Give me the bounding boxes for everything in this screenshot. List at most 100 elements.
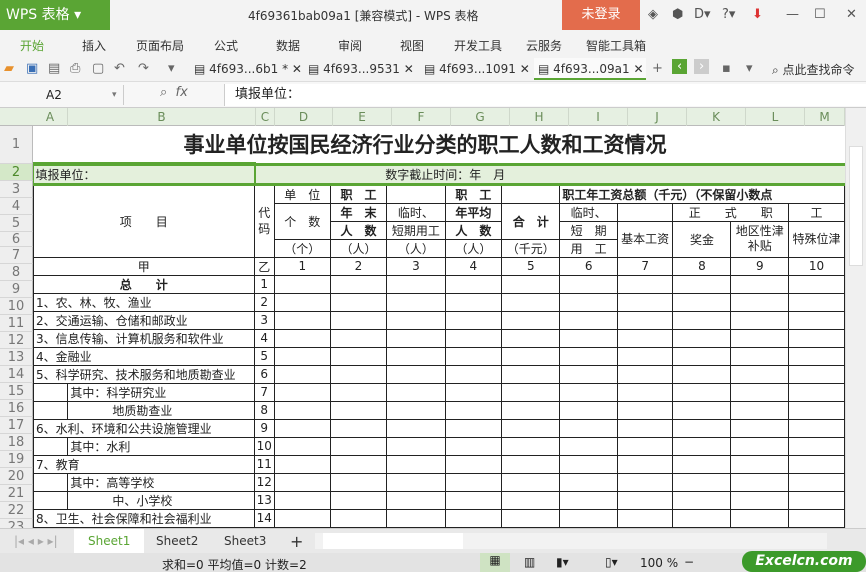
column-number[interactable]: 1 bbox=[273, 256, 331, 276]
cell[interactable] bbox=[329, 454, 388, 474]
row-header[interactable]: 3 bbox=[0, 181, 33, 198]
cell[interactable]: 人 数 bbox=[444, 220, 503, 240]
cell[interactable] bbox=[616, 328, 674, 348]
doc-tab[interactable]: ▤ 4f693...1091 ✕ bbox=[420, 58, 530, 80]
cell[interactable]: （个） bbox=[273, 238, 331, 258]
screen-icon[interactable]: ▪ bbox=[722, 61, 731, 76]
cell[interactable] bbox=[559, 310, 618, 330]
cell[interactable] bbox=[559, 382, 618, 402]
name-box[interactable]: A2 ▾ bbox=[0, 85, 124, 105]
column-header[interactable]: C bbox=[256, 108, 275, 126]
cell[interactable]: 工 bbox=[788, 202, 845, 222]
formula-input[interactable]: 填报单位： bbox=[224, 84, 866, 106]
cell[interactable] bbox=[273, 292, 331, 312]
temp-header[interactable]: 临时、 bbox=[386, 202, 446, 222]
cell[interactable] bbox=[501, 183, 561, 204]
cell[interactable] bbox=[788, 490, 845, 510]
cell[interactable] bbox=[616, 202, 674, 222]
tab-smart-tools[interactable]: 智能工具箱 bbox=[586, 37, 646, 54]
horizontal-scrollbar[interactable] bbox=[315, 533, 827, 549]
cell[interactable]: （人） bbox=[444, 238, 503, 258]
cell[interactable] bbox=[33, 382, 69, 402]
zoom-out-button[interactable]: − bbox=[684, 555, 694, 569]
region-allowance-header[interactable]: 地区性津补贴 bbox=[730, 220, 790, 258]
column-number[interactable]: 9 bbox=[730, 256, 790, 276]
deadline-cell[interactable]: 数字截止时间：年 月 bbox=[254, 162, 845, 186]
undo-icon[interactable]: ↶ bbox=[114, 61, 125, 76]
cell[interactable] bbox=[616, 418, 674, 438]
emp-header[interactable]: 职 工 bbox=[329, 183, 388, 204]
row-code[interactable]: 1 bbox=[253, 274, 275, 294]
cell[interactable] bbox=[730, 328, 790, 348]
cell[interactable] bbox=[559, 292, 618, 312]
cell[interactable]: 用 工 bbox=[559, 238, 618, 258]
cell[interactable] bbox=[273, 382, 331, 402]
row-code[interactable]: 7 bbox=[253, 382, 275, 402]
cell[interactable] bbox=[672, 508, 732, 528]
column-number[interactable]: 6 bbox=[559, 256, 618, 276]
eye-protect-icon[interactable]: ▯▾ bbox=[605, 555, 618, 569]
cell[interactable] bbox=[501, 400, 561, 420]
zoom-level[interactable]: 100 % bbox=[640, 556, 678, 570]
cell[interactable] bbox=[444, 508, 503, 528]
tab-view[interactable]: 视图 bbox=[400, 37, 424, 54]
cell[interactable] bbox=[559, 346, 618, 366]
row-code[interactable]: 2 bbox=[253, 292, 275, 312]
cell[interactable] bbox=[501, 436, 561, 456]
cell[interactable] bbox=[788, 418, 845, 438]
bonus-header[interactable]: 奖金 bbox=[672, 220, 732, 258]
cell[interactable]: （人） bbox=[386, 238, 446, 258]
tab-formulas[interactable]: 公式 bbox=[214, 37, 238, 54]
doc-tab[interactable]: ▤ 4f693...9531 ✕ bbox=[304, 58, 414, 80]
cell[interactable] bbox=[444, 274, 503, 294]
cell[interactable] bbox=[788, 472, 845, 492]
row-label[interactable]: 6、水利、环境和公共设施管理业 bbox=[33, 418, 255, 438]
cell[interactable] bbox=[788, 454, 845, 474]
cell[interactable] bbox=[559, 328, 618, 348]
cell[interactable] bbox=[501, 346, 561, 366]
column-number[interactable]: 5 bbox=[501, 256, 561, 276]
cell[interactable] bbox=[386, 328, 446, 348]
cell[interactable] bbox=[672, 472, 732, 492]
cell[interactable] bbox=[273, 454, 331, 474]
cell[interactable] bbox=[386, 310, 446, 330]
cell[interactable] bbox=[329, 274, 388, 294]
cell[interactable] bbox=[730, 382, 790, 402]
more-dropdown-icon[interactable]: ▾ bbox=[168, 61, 175, 76]
command-search[interactable]: ⌕ 点此查找命令 bbox=[772, 61, 855, 78]
cell[interactable] bbox=[730, 400, 790, 420]
page-break-view-icon[interactable]: ▥ bbox=[524, 555, 535, 569]
row-label[interactable]: 8、卫生、社会保障和社会福利业 bbox=[33, 508, 255, 528]
cell[interactable] bbox=[273, 364, 331, 384]
cell[interactable] bbox=[386, 490, 446, 510]
cell[interactable] bbox=[444, 490, 503, 510]
row-label[interactable]: 总 计 bbox=[33, 274, 255, 294]
row-header[interactable]: 2 bbox=[0, 164, 33, 181]
row-header[interactable]: 9 bbox=[0, 281, 33, 298]
cell[interactable] bbox=[616, 364, 674, 384]
help-icon[interactable]: ?▾ bbox=[722, 7, 735, 22]
cell[interactable] bbox=[386, 508, 446, 528]
cell[interactable] bbox=[329, 382, 388, 402]
column-header[interactable]: B bbox=[68, 108, 256, 126]
cell[interactable] bbox=[730, 274, 790, 294]
special-allowance-header[interactable]: 特殊位津 bbox=[788, 220, 845, 258]
cell[interactable]: 年 末 bbox=[329, 202, 388, 222]
cell[interactable] bbox=[616, 310, 674, 330]
cell[interactable] bbox=[444, 382, 503, 402]
column-number[interactable]: 3 bbox=[386, 256, 446, 276]
cell[interactable] bbox=[444, 328, 503, 348]
row-label[interactable]: 7、教育 bbox=[33, 454, 255, 474]
cell[interactable] bbox=[672, 400, 732, 420]
row-code[interactable]: 14 bbox=[253, 508, 275, 528]
cell[interactable] bbox=[616, 436, 674, 456]
row-code[interactable]: 6 bbox=[253, 364, 275, 384]
scroll-thumb[interactable] bbox=[849, 146, 863, 266]
tab-data[interactable]: 数据 bbox=[276, 37, 300, 54]
reading-mode-icon[interactable]: ▮▾ bbox=[556, 555, 569, 569]
cell[interactable] bbox=[444, 292, 503, 312]
close-button[interactable]: ✕ bbox=[846, 7, 857, 22]
column-header[interactable]: F bbox=[392, 108, 451, 126]
cell[interactable] bbox=[730, 346, 790, 366]
row-code[interactable]: 12 bbox=[253, 472, 275, 492]
